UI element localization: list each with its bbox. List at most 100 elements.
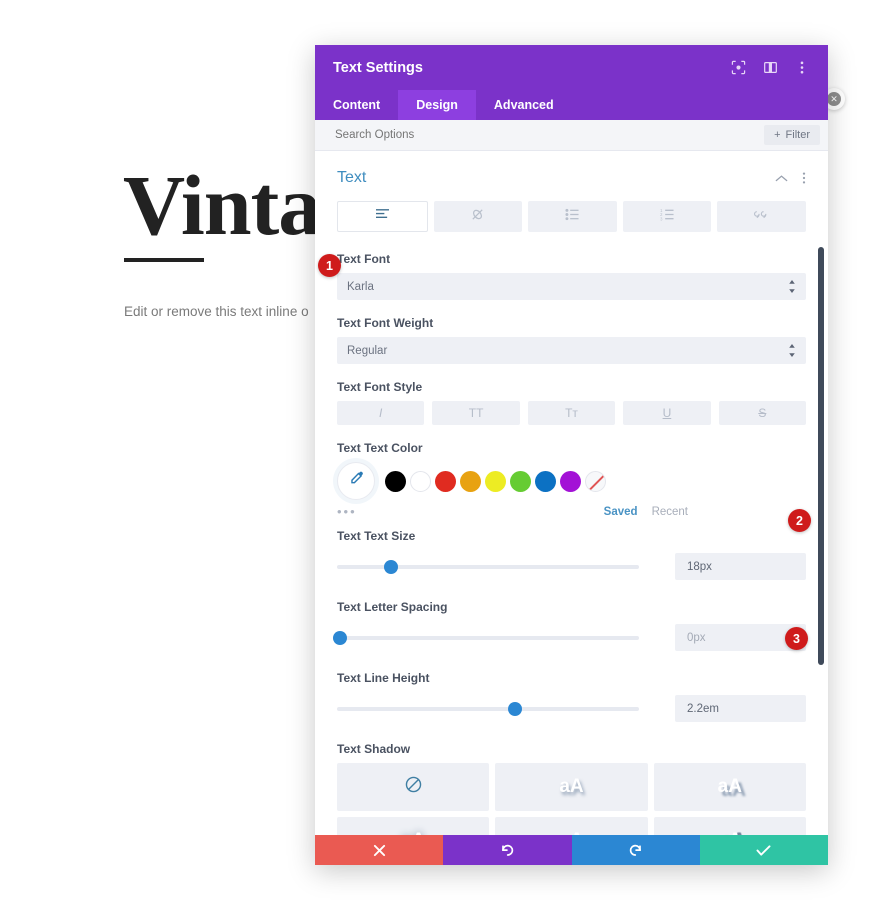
text-color-field: Text Text Color ••• Saved Recent — [337, 441, 806, 519]
color-tab-group: Saved Recent — [385, 506, 806, 518]
text-font-style-field: Text Font Style I TT Tт U S — [337, 380, 807, 425]
heading-divider — [124, 258, 204, 262]
ordered-list-button[interactable]: 1 2 3 — [622, 201, 712, 232]
swatch-green[interactable] — [510, 470, 531, 492]
swatch-blue[interactable] — [535, 470, 556, 492]
uppercase-button[interactable]: TT — [432, 401, 520, 425]
redo-button[interactable] — [571, 835, 700, 865]
redo-icon — [628, 843, 643, 858]
search-bar: + Filter — [315, 120, 828, 151]
line-height-field: Text Line Height 2.2em — [337, 671, 806, 722]
blockquote-button[interactable] — [717, 201, 806, 232]
shadow-preview-text: aA — [559, 830, 583, 835]
text-size-slider-row: 18px — [337, 553, 806, 580]
text-size-slider-knob[interactable] — [384, 559, 399, 574]
swatch-purple[interactable] — [560, 470, 581, 492]
color-picker-button[interactable] — [337, 462, 375, 500]
header-icon-group — [730, 60, 810, 76]
swatch-white[interactable] — [410, 470, 431, 492]
text-font-value: Karla — [347, 280, 374, 293]
underline-button[interactable]: U — [623, 401, 711, 425]
numbered-list-icon: 1 2 3 — [660, 207, 675, 226]
italic-button[interactable]: I — [337, 401, 425, 425]
paragraph-text-button[interactable] — [337, 201, 428, 232]
eyedropper-icon — [348, 470, 365, 492]
swatch-yellow[interactable] — [485, 470, 506, 492]
letter-spacing-slider-row: 0px — [333, 624, 806, 651]
underline-glyph: U — [662, 406, 672, 420]
line-height-slider-knob[interactable] — [508, 701, 523, 716]
chevron-up-icon[interactable] — [775, 174, 788, 183]
filter-button[interactable]: + Filter — [764, 125, 820, 145]
strikethrough-button[interactable]: S — [718, 401, 807, 425]
capitalize-button[interactable]: Tт — [527, 401, 616, 425]
uppercase-glyph: TT — [468, 406, 484, 420]
tab-content[interactable]: Content — [315, 90, 398, 120]
text-font-select[interactable]: Karla — [337, 273, 806, 300]
chevron-updown-icon — [788, 279, 796, 294]
shadow-style-5[interactable]: aA — [653, 817, 806, 835]
line-height-value[interactable]: 2.2em — [675, 695, 806, 722]
swatch-black[interactable] — [385, 470, 406, 492]
text-font-label: Text Font — [337, 252, 391, 266]
color-tab-recent[interactable]: Recent — [652, 506, 688, 518]
tab-advanced[interactable]: Advanced — [476, 90, 572, 120]
shadow-style-1[interactable]: aA — [495, 763, 648, 811]
annotation-badge-2: 2 — [788, 509, 811, 532]
more-vertical-icon[interactable] — [794, 60, 810, 76]
text-color-label: Text Text Color — [337, 441, 423, 455]
tab-design[interactable]: Design — [398, 90, 476, 120]
swatch-none[interactable] — [585, 470, 606, 492]
text-font-weight-field: Text Font Weight Regular — [337, 316, 806, 364]
undo-button[interactable] — [443, 835, 572, 865]
text-size-slider-track[interactable] — [337, 559, 639, 574]
shadow-style-2[interactable]: aA — [653, 763, 806, 811]
search-input[interactable] — [335, 129, 765, 141]
quote-icon — [753, 208, 770, 226]
strikethrough-glyph: S — [758, 406, 767, 420]
letter-spacing-slider-track[interactable] — [333, 630, 639, 645]
modal-tabs: Content Design Advanced — [315, 90, 828, 120]
shadow-preview-text: aA — [559, 776, 584, 797]
shadow-none[interactable] — [337, 763, 490, 811]
text-font-weight-select[interactable]: Regular — [337, 337, 806, 364]
scrollbar-thumb[interactable] — [818, 247, 824, 665]
shadow-style-3[interactable]: aA — [337, 817, 490, 835]
color-meta-row: ••• Saved Recent — [337, 504, 806, 519]
shadow-preview-text: aA — [717, 776, 742, 797]
options-scroll-area: Text 1 2 3 Text Font Karla Text Font Wei… — [315, 151, 828, 835]
modal-header: Text Settings — [315, 45, 828, 90]
color-swatch-row — [337, 462, 806, 500]
text-size-field: Text Text Size 18px — [337, 529, 806, 580]
section-more-vertical-icon[interactable] — [802, 171, 806, 185]
align-left-icon — [375, 208, 390, 226]
text-section-header: Text — [337, 165, 806, 201]
swatch-orange[interactable] — [460, 470, 481, 492]
line-height-slider-track[interactable] — [337, 701, 639, 716]
swatch-red[interactable] — [435, 470, 456, 492]
letter-spacing-slider-knob[interactable] — [333, 630, 348, 645]
shadow-style-4[interactable]: aA — [495, 817, 648, 835]
more-colors-icon[interactable]: ••• — [337, 504, 385, 519]
letter-spacing-label: Text Letter Spacing — [337, 600, 448, 614]
panel-layout-icon[interactable] — [762, 60, 778, 76]
cancel-button[interactable] — [315, 835, 444, 865]
save-button[interactable] — [699, 835, 828, 865]
bullet-list-icon — [565, 208, 580, 226]
shadow-preview-text: aA — [401, 830, 425, 835]
text-font-field: Text Font Karla — [337, 252, 806, 300]
text-settings-modal: Text Settings Content Design Advanced Se… — [315, 45, 828, 865]
no-shadow-icon — [404, 775, 423, 799]
link-text-button[interactable] — [433, 201, 523, 232]
text-type-segmented-control: 1 2 3 — [337, 201, 806, 232]
chevron-updown-icon — [788, 343, 796, 358]
close-icon — [373, 844, 386, 857]
section-title: Text — [337, 169, 367, 186]
annotation-badge-3: 3 — [785, 627, 808, 650]
unordered-list-button[interactable] — [528, 201, 617, 232]
text-size-value[interactable]: 18px — [675, 553, 806, 580]
color-tab-saved[interactable]: Saved — [604, 506, 638, 518]
font-style-button-group: I TT Tт U S — [337, 401, 807, 425]
focus-mode-icon[interactable] — [730, 60, 746, 76]
options-scrollbar[interactable] — [818, 151, 824, 835]
